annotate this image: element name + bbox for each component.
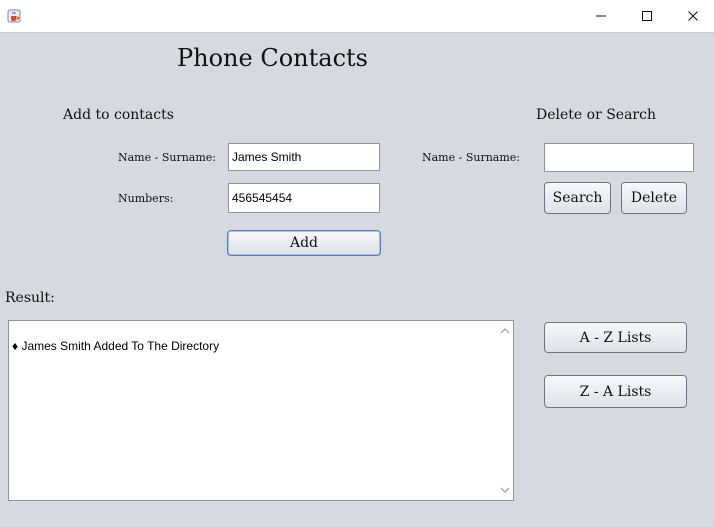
maximize-button[interactable] (624, 0, 670, 32)
minimize-icon (596, 15, 606, 17)
result-label: Result: (5, 290, 55, 306)
numbers-input[interactable]: 456545454 (228, 183, 380, 213)
az-list-button[interactable]: A - Z Lists (544, 322, 687, 353)
search-button[interactable]: Search (544, 182, 611, 214)
chevron-up-icon[interactable] (500, 327, 510, 335)
close-button[interactable] (670, 0, 714, 32)
close-icon (688, 11, 698, 21)
add-section-heading: Add to contacts (63, 107, 174, 123)
result-scrollbar[interactable] (497, 321, 513, 500)
java-cup-icon (7, 8, 21, 23)
add-name-input[interactable]: James Smith (228, 143, 380, 171)
delete-button[interactable]: Delete (621, 182, 687, 214)
add-button[interactable]: Add (227, 230, 381, 256)
page-title: Phone Contacts (177, 44, 368, 72)
numbers-label: Numbers: (118, 192, 174, 205)
search-name-label: Name - Surname: (422, 151, 521, 164)
za-list-button[interactable]: Z - A Lists (544, 375, 687, 408)
result-textarea[interactable]: ♦ James Smith Added To The Directory (8, 320, 514, 501)
delete-search-heading: Delete or Search (536, 107, 656, 123)
window-titlebar (0, 0, 714, 33)
result-message: ♦ James Smith Added To The Directory (12, 339, 220, 353)
add-name-label: Name - Surname: (118, 151, 217, 164)
chevron-down-icon[interactable] (500, 486, 510, 494)
maximize-icon (642, 11, 652, 21)
minimize-button[interactable] (578, 0, 624, 32)
search-name-input[interactable] (544, 143, 694, 172)
